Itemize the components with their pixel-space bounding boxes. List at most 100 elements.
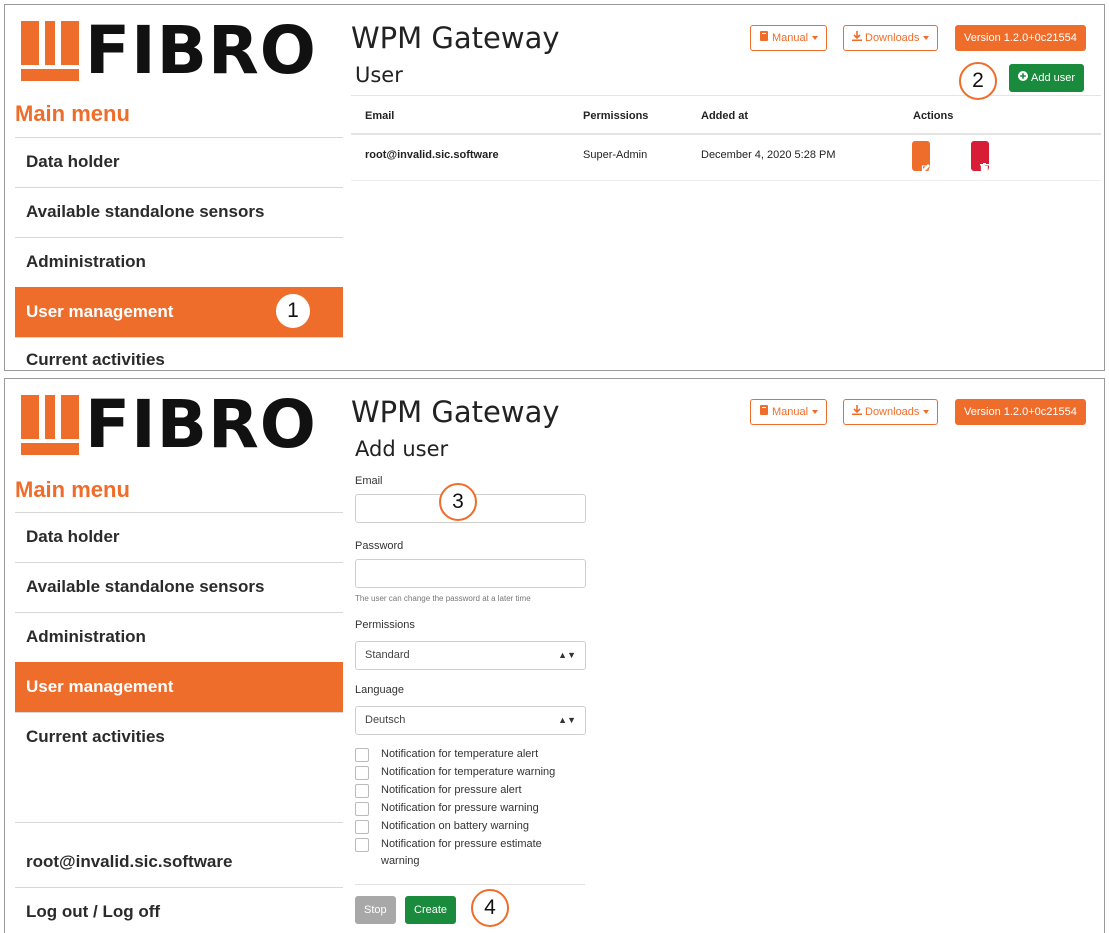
downloads-dropdown-button[interactable]: Downloads (843, 25, 939, 51)
checkbox-temperature-alert[interactable]: Notification for temperature alert (355, 746, 595, 764)
add-user-label: Add user (1031, 72, 1076, 84)
menu-item-data-holder[interactable]: Data holder (15, 137, 343, 187)
menu-item-label: Available standalone sensors (26, 202, 265, 221)
menu-item-administration[interactable]: Administration (15, 237, 343, 287)
footer-divider (15, 822, 343, 823)
user-added-at: December 4, 2020 5:28 PM (701, 149, 836, 161)
column-header-added-at: Added at (701, 110, 749, 122)
version-button[interactable]: Version 1.2.0+0c21554 (955, 25, 1086, 51)
download-icon (852, 400, 862, 424)
password-label: Password (355, 540, 404, 552)
menu-item-data-holder[interactable]: Data holder (15, 512, 343, 562)
checkbox[interactable] (355, 766, 369, 780)
menu-item-current-activities[interactable]: Current activities (15, 712, 343, 762)
checkbox-label: Notification on battery warning (381, 820, 529, 832)
manual-dropdown-button[interactable]: Manual (750, 25, 828, 51)
checkbox-battery-warning[interactable]: Notification on battery warning (355, 818, 595, 836)
app-title: WPM Gateway (351, 21, 560, 55)
fibro-logo-mark (21, 21, 79, 81)
email-label: Email (355, 475, 383, 487)
checkbox-temperature-warning[interactable]: Notification for temperature warning (355, 764, 595, 782)
checkbox[interactable] (355, 802, 369, 816)
select-arrows-icon: ▲▼ (558, 650, 576, 660)
menu-item-label: Current activities (26, 350, 165, 369)
checkbox-pressure-alert[interactable]: Notification for pressure alert (355, 782, 595, 800)
select-arrows-icon: ▲▼ (558, 715, 576, 725)
logo-wordmark: FIBRO (85, 386, 317, 463)
page-title: User (355, 63, 403, 87)
checkbox[interactable] (355, 838, 369, 852)
edit-label: Edit (921, 164, 940, 176)
downloads-label: Downloads (865, 406, 920, 418)
main-menu-heading: Main menu (15, 101, 130, 126)
permissions-value: Standard (365, 649, 410, 661)
table-row: root@invalid.sic.software Super-Admin De… (351, 135, 1101, 181)
delete-user-button[interactable]: Delete (971, 141, 1012, 176)
password-field[interactable] (355, 559, 586, 588)
chevron-down-icon (812, 36, 819, 41)
checkbox-label: Notification for temperature alert (381, 748, 539, 760)
language-value: Deutsch (365, 714, 406, 726)
plus-circle-icon (1018, 65, 1028, 91)
column-header-email: Email (365, 110, 395, 122)
checkbox-pressure-estimate-warning[interactable]: Notification for pressure estimate warni… (355, 836, 595, 870)
callout-4: 4 (471, 889, 509, 927)
callout-3: 3 (439, 483, 477, 521)
permissions-select[interactable]: Standard ▲▼ (355, 641, 586, 670)
create-button[interactable]: Create (405, 896, 457, 924)
menu-item-standalone-sensors[interactable]: Available standalone sensors (15, 562, 343, 612)
manual-label: Manual (772, 32, 809, 44)
notification-checkboxes: Notification for temperature alert Notif… (355, 746, 595, 870)
menu-item-label: User management (26, 302, 174, 321)
book-icon (759, 26, 769, 50)
menu-item-user-management[interactable]: User management (15, 662, 343, 712)
checkbox-label: Notification for temperature warning (381, 766, 556, 778)
checkbox[interactable] (355, 820, 369, 834)
column-header-permissions: Permissions (583, 110, 649, 122)
footer-divider (15, 887, 343, 888)
checkbox-label: Notification for pressure alert (381, 784, 522, 796)
version-button[interactable]: Version 1.2.0+0c21554 (955, 399, 1086, 425)
chevron-down-icon (923, 410, 930, 415)
add-user-screen: FIBRO WPM Gateway Add user Manual Downlo… (4, 378, 1105, 933)
stop-button[interactable]: Stop (355, 896, 396, 924)
checkbox[interactable] (355, 784, 369, 798)
menu-item-label: Available standalone sensors (26, 577, 265, 596)
user-email: root@invalid.sic.software (365, 149, 499, 161)
password-hint: The user can change the password at a la… (355, 594, 531, 603)
add-user-button[interactable]: Add user (1009, 64, 1085, 92)
menu-item-current-activities[interactable]: Current activities (15, 337, 343, 370)
user-permissions: Super-Admin (583, 149, 648, 161)
fibro-logo-mark (21, 395, 79, 455)
main-menu-heading: Main menu (15, 477, 130, 502)
checkbox-label: Notification for pressure warning (381, 802, 539, 814)
column-header-actions: Actions (913, 110, 954, 122)
manual-dropdown-button[interactable]: Manual (750, 399, 828, 425)
downloads-dropdown-button[interactable]: Downloads (843, 399, 939, 425)
delete-label: Delete (980, 164, 1012, 176)
chevron-down-icon (812, 410, 819, 415)
logged-in-user: root@invalid.sic.software (26, 852, 233, 871)
edit-user-button[interactable]: Edit (912, 141, 940, 176)
logo-wordmark: FIBRO (85, 12, 317, 89)
download-icon (852, 26, 862, 50)
logout-link[interactable]: Log out / Log off (15, 902, 343, 922)
menu-item-administration[interactable]: Administration (15, 612, 343, 662)
table-header: Email Permissions Added at Actions (351, 95, 1101, 135)
downloads-label: Downloads (865, 32, 920, 44)
callout-1: 1 (274, 292, 312, 330)
checkbox-pressure-warning[interactable]: Notification for pressure warning (355, 800, 595, 818)
language-select[interactable]: Deutsch ▲▼ (355, 706, 586, 735)
menu-item-label: User management (26, 677, 174, 696)
menu-item-label: Current activities (26, 727, 165, 746)
fibro-logo: FIBRO (21, 12, 331, 91)
menu-item-label: Administration (26, 627, 146, 646)
language-label: Language (355, 684, 404, 696)
users-table: Email Permissions Added at Actions root@… (351, 95, 1101, 181)
form-divider (355, 884, 585, 885)
checkbox[interactable] (355, 748, 369, 762)
menu-item-label: Administration (26, 252, 146, 271)
checkbox-label: Notification for pressure estimate warni… (381, 838, 542, 867)
menu-item-standalone-sensors[interactable]: Available standalone sensors (15, 187, 343, 237)
manual-label: Manual (772, 406, 809, 418)
